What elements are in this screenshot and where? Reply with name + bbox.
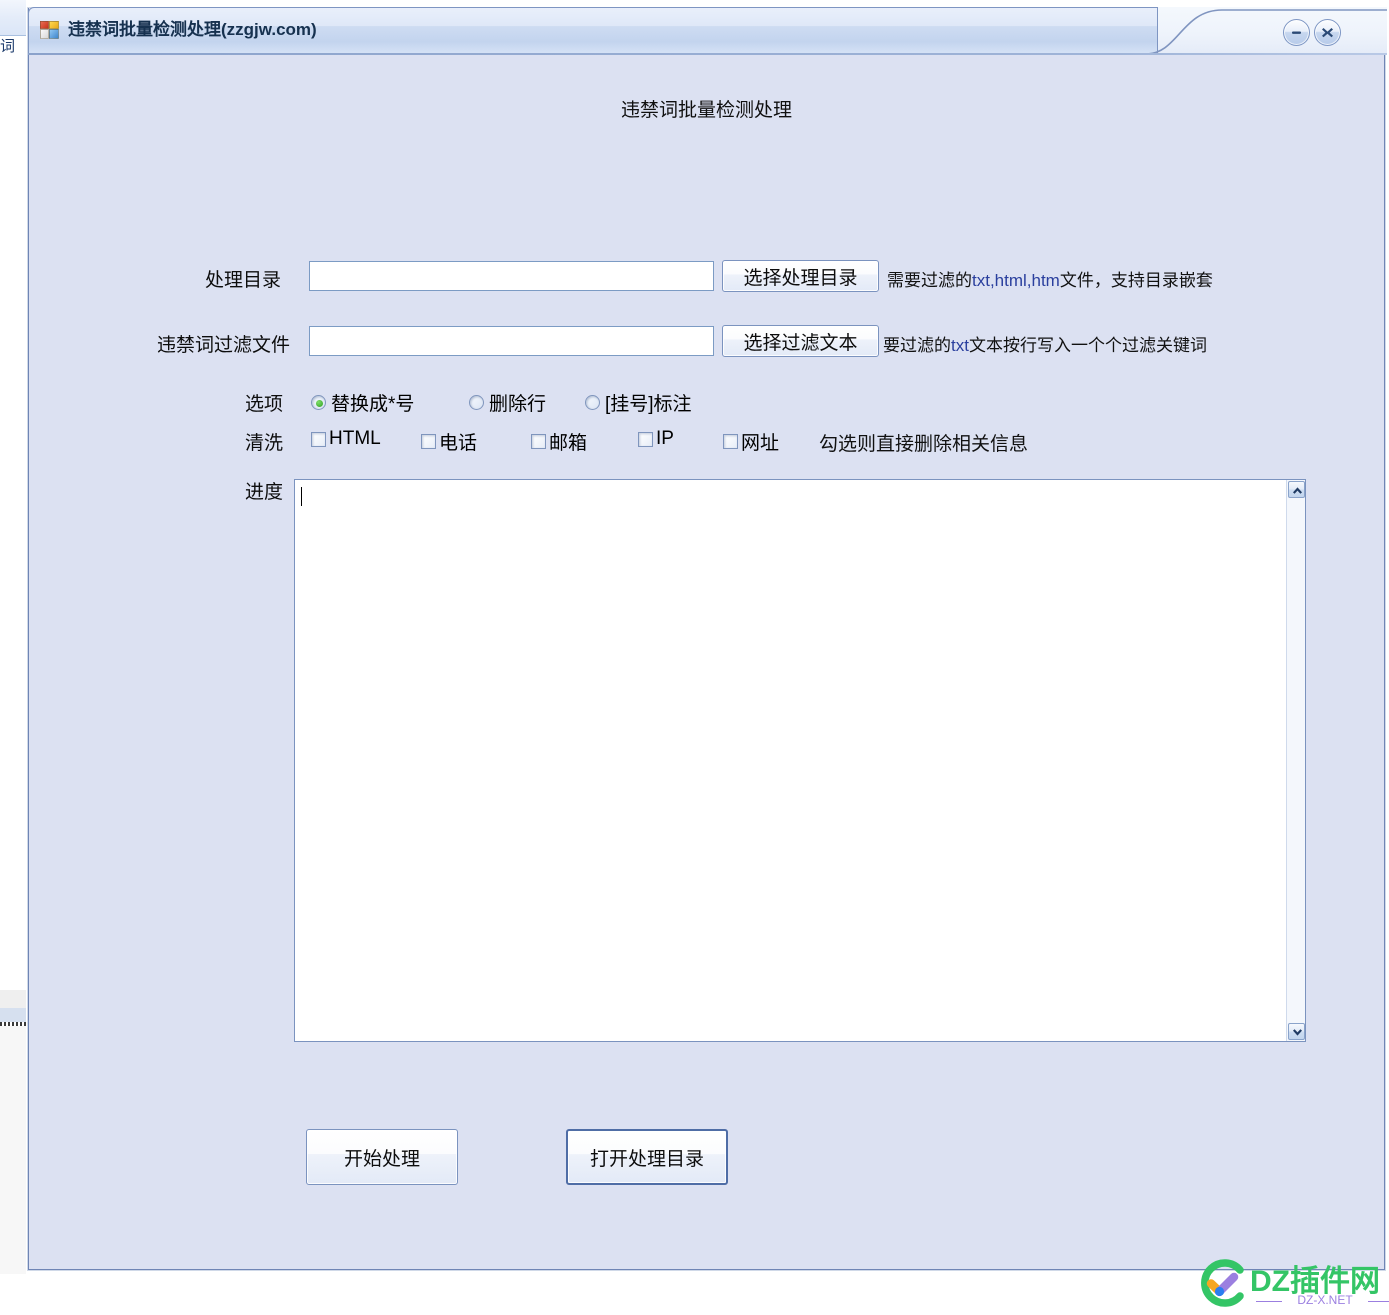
background-window-titlebar — [0, 0, 26, 36]
client-area: 违禁词批量检测处理 处理目录 选择处理目录 需要过滤的txt,html,htm文… — [29, 55, 1384, 1268]
watermark-domain: DZ-X.NET — [1256, 1293, 1389, 1307]
minimize-icon — [1289, 25, 1304, 40]
watermark: DZ插件网 DZ-X.NET — [1194, 1253, 1389, 1315]
application-window: 违禁词批量检测处理(zzgjw.com) 违禁词批量检测处理 处理目录 选择处理… — [28, 8, 1385, 1270]
clean-option-email-label: 邮箱 — [549, 428, 587, 455]
clean-option-ip[interactable]: IP — [638, 428, 674, 450]
dir-label: 处理目录 — [205, 265, 281, 292]
option-bracket-mark-label: [挂号]标注 — [605, 389, 692, 416]
clean-option-phone-label: 电话 — [439, 428, 477, 455]
background-window-tab-label: 词 — [0, 34, 14, 60]
minimize-button[interactable] — [1283, 19, 1310, 46]
filter-hint-suffix: 文本按行写入一个个过滤关键词 — [969, 336, 1207, 355]
clean-option-html[interactable]: HTML — [311, 428, 381, 450]
radio-unselected-icon — [585, 395, 600, 410]
filter-file-label: 违禁词过滤文件 — [157, 330, 290, 357]
filter-file-hint: 要过滤的txt文本按行写入一个个过滤关键词 — [883, 331, 1207, 356]
option-delete-line-label: 删除行 — [489, 389, 546, 416]
checkbox-unchecked-icon — [723, 434, 738, 449]
dir-hint-prefix: 需要过滤的 — [887, 271, 972, 290]
window-title: 违禁词批量检测处理(zzgjw.com) — [68, 15, 317, 45]
clean-label: 清洗 — [245, 428, 283, 455]
title-bar-curve — [1148, 7, 1387, 55]
background-window-panel-b — [0, 1008, 26, 1022]
title-bar: 违禁词批量检测处理(zzgjw.com) — [28, 7, 1387, 55]
app-tiles-icon — [40, 21, 59, 39]
background-window-panel-a — [0, 990, 26, 1008]
clean-option-email[interactable]: 邮箱 — [531, 428, 587, 455]
option-delete-line[interactable]: 删除行 — [469, 389, 546, 416]
dir-hint: 需要过滤的txt,html,htm文件，支持目录嵌套 — [887, 266, 1213, 291]
progress-label: 进度 — [245, 477, 283, 504]
clean-hint: 勾选则直接删除相关信息 — [819, 429, 1028, 456]
radio-selected-icon — [311, 395, 326, 410]
filter-hint-extension: txt — [951, 336, 969, 355]
dir-hint-suffix: 文件，支持目录嵌套 — [1060, 271, 1213, 290]
clean-option-phone[interactable]: 电话 — [421, 428, 477, 455]
text-caret — [301, 487, 302, 506]
choose-filter-file-button[interactable]: 选择过滤文本 — [722, 325, 879, 357]
progress-log-scrollbar[interactable] — [1286, 480, 1305, 1041]
open-output-dir-button[interactable]: 打开处理目录 — [566, 1129, 728, 1185]
clean-option-html-label: HTML — [329, 428, 381, 450]
clean-option-url-label: 网址 — [741, 428, 779, 455]
progress-log-textarea[interactable] — [295, 480, 1287, 1041]
close-icon — [1320, 25, 1335, 40]
filter-file-input[interactable] — [309, 326, 714, 356]
clean-option-ip-label: IP — [656, 428, 674, 450]
progress-log-container — [294, 479, 1306, 1042]
checkbox-unchecked-icon — [531, 434, 546, 449]
dir-hint-extensions: txt,html,htm — [972, 271, 1060, 290]
page-title: 违禁词批量检测处理 — [29, 95, 1384, 122]
start-processing-button[interactable]: 开始处理 — [306, 1129, 458, 1185]
clean-option-url[interactable]: 网址 — [723, 428, 779, 455]
dz-logo-icon — [1196, 1257, 1248, 1309]
option-bracket-mark[interactable]: [挂号]标注 — [585, 389, 692, 416]
scroll-down-button[interactable] — [1288, 1023, 1305, 1040]
checkbox-unchecked-icon — [638, 432, 653, 447]
option-replace-star[interactable]: 替换成*号 — [311, 389, 414, 416]
filter-hint-prefix: 要过滤的 — [883, 336, 951, 355]
scroll-up-button[interactable] — [1288, 481, 1305, 498]
background-window-body — [0, 60, 26, 990]
choose-dir-button[interactable]: 选择处理目录 — [722, 260, 879, 292]
dir-input[interactable] — [309, 261, 714, 291]
chevron-down-icon — [1292, 1028, 1303, 1037]
close-button[interactable] — [1314, 19, 1341, 46]
option-replace-star-label: 替换成*号 — [331, 389, 414, 416]
background-window-strip: 词 — [0, 0, 28, 1274]
checkbox-unchecked-icon — [311, 432, 326, 447]
background-window-panel-c — [0, 1026, 26, 1274]
chevron-up-icon — [1292, 486, 1303, 495]
checkbox-unchecked-icon — [421, 434, 436, 449]
radio-unselected-icon — [469, 395, 484, 410]
options-label: 选项 — [245, 389, 283, 416]
